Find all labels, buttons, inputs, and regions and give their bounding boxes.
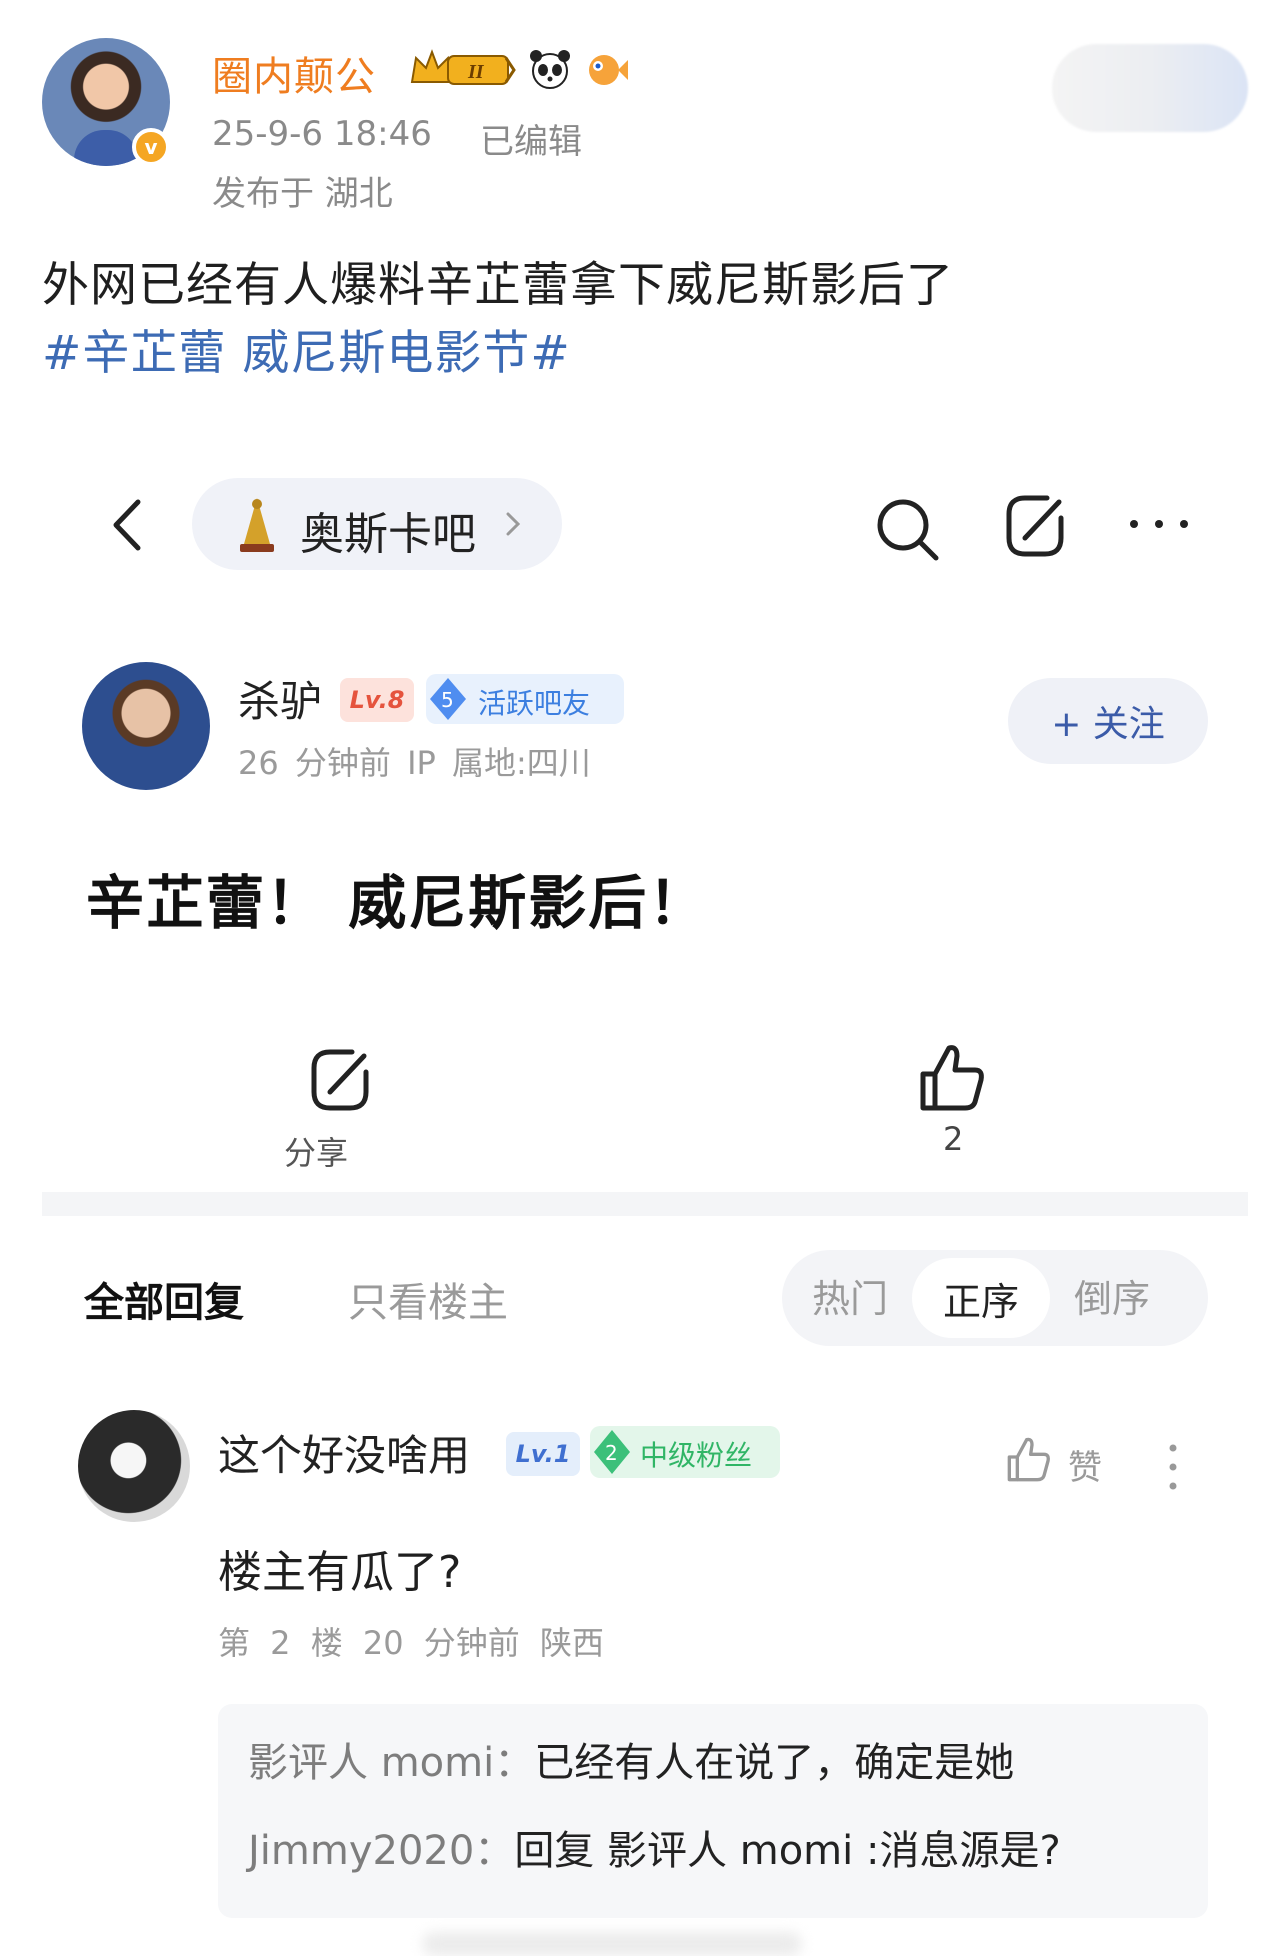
chevron-right-icon bbox=[506, 512, 521, 536]
post-author-name[interactable]: 杀驴 bbox=[238, 668, 322, 729]
sub-reply: Jimmy2020：回复 影评人 momi :消息源是? bbox=[248, 1818, 1061, 1876]
share-icon[interactable] bbox=[997, 488, 1073, 564]
vip-crown-icon: II bbox=[410, 49, 516, 85]
sort-segmented-control: 热门 正序 倒序 bbox=[782, 1250, 1208, 1346]
embedded-screenshot: 奥斯卡吧 杀驴 Lv.8 5 活跃吧友 26 分钟前 IP 属地:四川 + 关注… bbox=[42, 432, 1248, 1956]
search-icon[interactable] bbox=[870, 492, 946, 568]
diamond-rank-icon: 2 bbox=[594, 1430, 630, 1474]
share-label: 分享 bbox=[284, 1134, 349, 1172]
share-icon bbox=[311, 1049, 369, 1111]
weibo-username[interactable]: 圈内颠公 bbox=[212, 44, 376, 102]
weibo-post-text: 外网已经有人爆料辛芷蕾拿下威尼斯影后了 bbox=[42, 258, 954, 313]
thumbs-up-icon bbox=[920, 1045, 984, 1111]
post-meta: 26 分钟前 IP 属地:四川 bbox=[238, 744, 591, 782]
verified-badge-icon: v bbox=[132, 128, 170, 166]
like-action[interactable]: 2 bbox=[897, 1034, 1017, 1158]
reply-author-avatar[interactable] bbox=[78, 1410, 190, 1522]
forum-name-pill[interactable]: 奥斯卡吧 bbox=[192, 478, 562, 570]
sub-reply-text: 回复 影评人 momi :消息源是? bbox=[514, 1828, 1061, 1874]
thumbs-up-icon bbox=[1007, 1437, 1050, 1482]
reply-meta: 第 2 楼 20 分钟前 陕西 bbox=[218, 1624, 604, 1662]
reply-level-badge: Lv.1 bbox=[506, 1432, 580, 1476]
sort-hot[interactable]: 热门 bbox=[812, 1268, 888, 1323]
weibo-topic-link[interactable]: #辛芷蕾 威尼斯电影节# bbox=[42, 314, 571, 383]
forum-name: 奥斯卡吧 bbox=[300, 509, 476, 560]
tab-op-only[interactable]: 只看楼主 bbox=[348, 1270, 508, 1328]
sub-reply-text: 已经有人在说了，确定是她 bbox=[534, 1740, 1015, 1786]
like-count: 2 bbox=[943, 1120, 964, 1158]
post-location: 发布于 湖北 bbox=[212, 174, 393, 214]
pufferfish-icon bbox=[589, 55, 628, 85]
reply-like-button[interactable]: 赞 bbox=[1004, 1434, 1114, 1490]
reply-fan-title: 中级粉丝 bbox=[640, 1439, 753, 1472]
post-title: 辛芷蕾！ 威尼斯影后！ bbox=[86, 869, 709, 937]
post-author-avatar[interactable] bbox=[82, 662, 210, 790]
weibo-post-header: v 圈内颠公 II 25-9-6 18:46 已编辑 发布于 湖北 bbox=[0, 0, 1284, 230]
sub-reply-author[interactable]: Jimmy2020： bbox=[248, 1828, 514, 1874]
svg-text:II: II bbox=[467, 61, 485, 83]
sub-reply-author[interactable]: 影评人 momi： bbox=[248, 1740, 534, 1786]
fan-badge: 5 活跃吧友 bbox=[426, 674, 624, 724]
level-badge: Lv.8 bbox=[340, 678, 414, 722]
more-options-icon[interactable] bbox=[1124, 512, 1194, 536]
reply-like-label: 赞 bbox=[1068, 1448, 1102, 1488]
post-timestamp: 25-9-6 18:46 bbox=[212, 114, 432, 154]
sort-ascending[interactable]: 正序 bbox=[912, 1258, 1050, 1338]
fan-rank-number: 5 bbox=[441, 688, 454, 712]
follow-button[interactable]: + 关注 bbox=[1008, 678, 1208, 764]
reply-fan-rank-number: 2 bbox=[605, 1441, 618, 1465]
share-action[interactable]: 分享 bbox=[282, 1042, 402, 1172]
reply-more-icon[interactable] bbox=[1166, 1442, 1180, 1492]
oscar-statuette-icon bbox=[240, 498, 274, 552]
sub-reply: 影评人 momi：已经有人在说了，确定是她 bbox=[248, 1730, 1014, 1788]
reply-author-name[interactable]: 这个好没啥用 bbox=[218, 1422, 470, 1483]
diamond-rank-icon: 5 bbox=[430, 678, 466, 720]
fan-title: 活跃吧友 bbox=[478, 687, 591, 720]
reply-fan-badge: 2 中级粉丝 bbox=[590, 1426, 780, 1478]
reply-content: 楼主有瓜了? bbox=[218, 1547, 462, 1598]
panda-icon bbox=[530, 50, 570, 89]
tab-all-replies[interactable]: 全部回复 bbox=[84, 1270, 244, 1328]
edited-label: 已编辑 bbox=[480, 122, 582, 162]
sort-descending[interactable]: 倒序 bbox=[1074, 1268, 1150, 1323]
section-divider bbox=[42, 1192, 1248, 1216]
cropped-content-blur bbox=[422, 1932, 802, 1956]
sub-replies-box[interactable]: 影评人 momi：已经有人在说了，确定是她 Jimmy2020：回复 影评人 m… bbox=[218, 1704, 1208, 1918]
back-icon[interactable] bbox=[102, 490, 152, 560]
blurred-badge bbox=[1052, 44, 1248, 132]
